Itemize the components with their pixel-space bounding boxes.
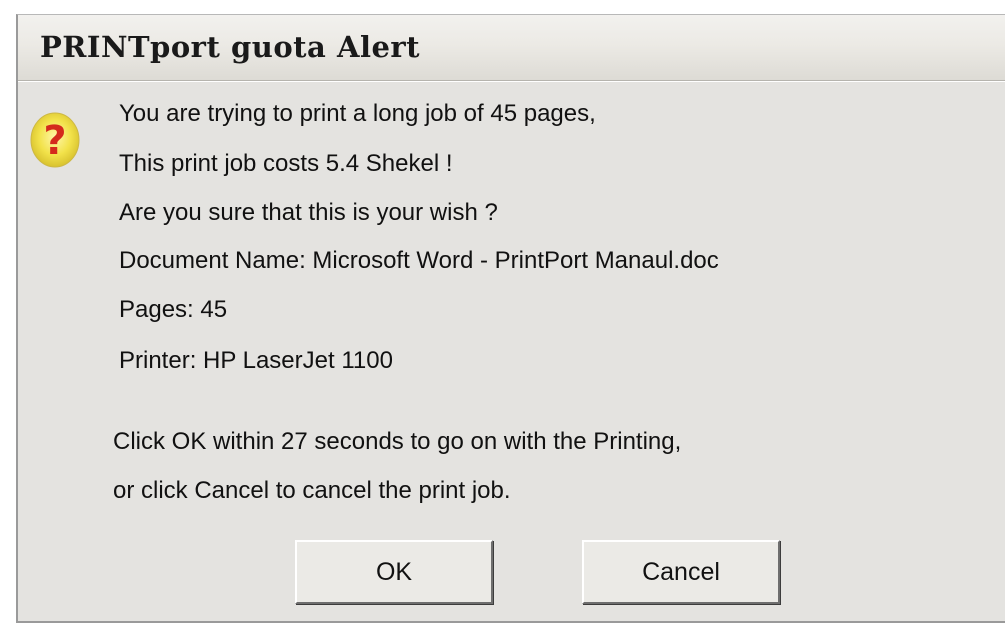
dialog-content: ? You are trying to print a long job of … [18, 81, 1005, 624]
message-line-document-name: Document Name: Microsoft Word - PrintPor… [119, 247, 719, 274]
window-title: PRINTport guota Alert [40, 30, 421, 64]
message-line-printer: Printer: HP LaserJet 1100 [119, 347, 393, 374]
question-icon: ? [30, 112, 80, 168]
title-bar[interactable]: PRINTport guota Alert [18, 15, 1005, 81]
message-line-long-job: You are trying to print a long job of 45… [119, 100, 596, 127]
question-glyph: ? [43, 118, 66, 164]
instruction-line-cancel: or click Cancel to cancel the print job. [113, 477, 511, 504]
message-line-pages: Pages: 45 [119, 296, 228, 323]
quota-alert-dialog: PRINTport guota Alert ? You are trying t… [16, 14, 1005, 623]
ok-button[interactable]: OK [295, 540, 493, 604]
message-line-confirm: Are you sure that this is your wish ? [119, 199, 498, 226]
instruction-line-ok: Click OK within 27 seconds to go on with… [113, 428, 682, 455]
cancel-button[interactable]: Cancel [582, 540, 780, 604]
message-line-cost: This print job costs 5.4 Shekel ! [119, 150, 453, 177]
